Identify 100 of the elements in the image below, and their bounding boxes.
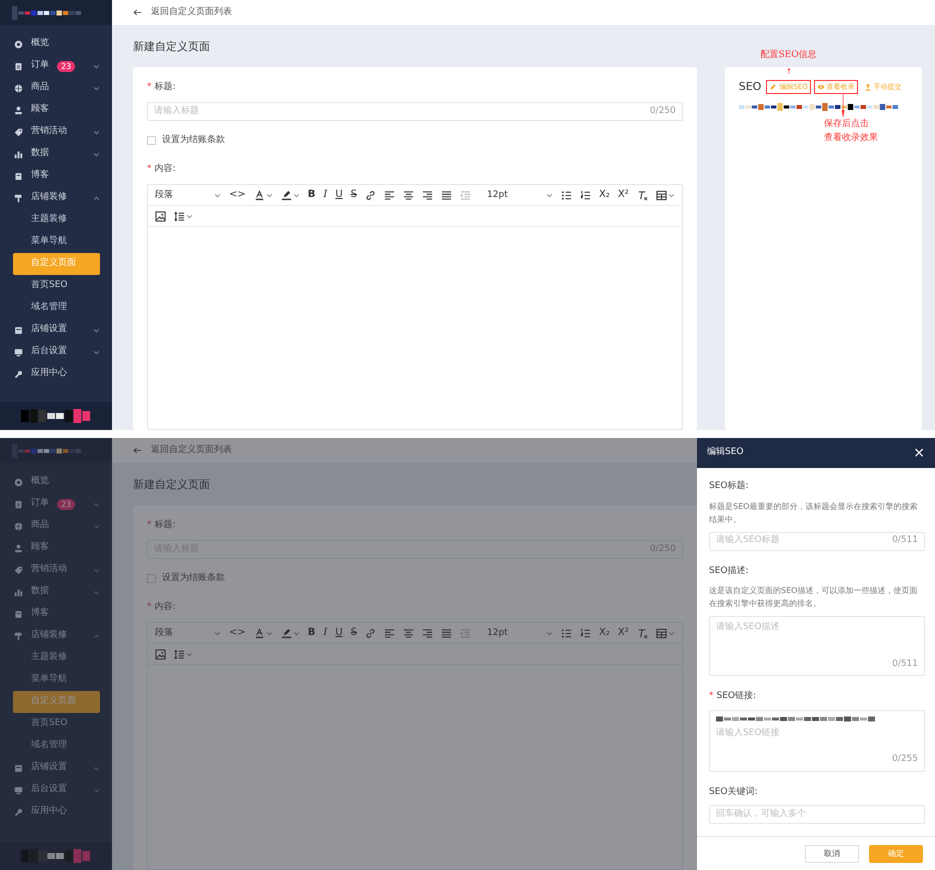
toolbar-button[interactable] [280,190,301,200]
annotation-text: 配置SEO信息 [760,49,817,62]
close-button[interactable]: × [913,446,925,460]
sidebar-item[interactable]: 订单 23 [0,493,112,515]
dropdown-select[interactable]: 12pt [486,190,554,200]
dropdown-select[interactable]: 段落 [154,628,222,638]
sidebar-subitem[interactable]: 首页SEO [13,713,100,735]
sidebar-subitem[interactable]: 主题装修 [13,209,100,231]
back-link[interactable]: 返回自定义页面列表 [132,6,232,20]
sidebar-item[interactable]: 应用中心 [0,363,112,385]
toolbar-button[interactable] [364,190,378,200]
dropdown-select[interactable]: 12pt [486,628,554,638]
sidebar-item[interactable]: 店铺设置 [0,757,112,779]
sidebar-item[interactable]: 应用中心 [0,801,112,823]
sidebar-item[interactable]: 后台设置 [0,779,112,801]
sidebar-item-label: 店铺装修 [31,629,67,642]
align-left-icon [384,628,396,638]
strikethrough-button[interactable]: S [350,628,358,638]
placeholder-text: 请输入SEO描述 [716,621,780,634]
sidebar-item[interactable]: 数据 [0,581,112,603]
bold-button[interactable]: B [306,628,316,638]
underline-button[interactable]: U [334,628,344,638]
toolbar-button[interactable] [654,190,676,200]
italic-button[interactable]: I [322,628,328,638]
sidebar-item[interactable]: 店铺装修 [0,625,112,647]
sidebar-item[interactable]: 博客 [0,165,112,187]
bold-button[interactable]: B [306,190,316,200]
clear-format-icon [636,628,648,638]
toolbar-button[interactable] [560,190,574,200]
align-left-icon [384,190,396,200]
sidebar-item-label: 博客 [31,169,49,182]
code-button[interactable]: <> [228,628,247,638]
monitor-icon [14,348,23,356]
sidebar-item[interactable]: 概览 [0,33,112,55]
rich-text-editor[interactable]: 段落 <> B I U S 12pt X₂ X² [147,184,683,430]
caret-icon [546,192,554,198]
script-button[interactable]: X² [616,628,630,638]
sidebar-item[interactable]: 概览 [0,471,112,493]
image-icon [155,648,166,660]
sidebar-item[interactable]: 订单 23 [0,55,112,77]
title-input[interactable]: 请输入标题 0/250 [147,102,683,121]
sidebar-item[interactable]: 营销活动 [0,559,112,581]
checkbox[interactable] [147,136,156,146]
caret-icon [266,630,273,636]
sidebar-item[interactable]: 数据 [0,143,112,165]
strikethrough-button[interactable]: S [350,190,358,200]
code-button[interactable]: <> [228,190,247,200]
toolbar-button[interactable] [579,190,592,200]
toolbar-button[interactable] [173,210,194,222]
document-icon [14,172,23,180]
sidebar-subitem[interactable]: 域名管理 [13,735,100,757]
rich-text-editor[interactable]: 段落 <> B I U S 12pt X₂ X² [147,622,683,870]
toolbar-button[interactable] [421,190,434,200]
sidebar-subitem[interactable]: 首页SEO [13,275,100,297]
toolbar-button[interactable] [154,210,167,222]
image-icon [155,210,166,222]
sidebar-item[interactable]: 博客 [0,603,112,625]
underline-button[interactable]: U [334,190,344,200]
sidebar-item-label: 概览 [31,475,49,488]
sidebar-subitem[interactable]: 主题装修 [13,647,100,669]
sidebar-item[interactable]: 商品 [0,515,112,537]
italic-button[interactable]: I [322,190,328,200]
sidebar-item[interactable]: 顾客 [0,99,112,121]
toolbar-button[interactable] [383,190,396,200]
caret-icon [214,192,221,198]
script-button[interactable]: X² [616,190,630,200]
dropdown-select[interactable]: 段落 [154,190,222,200]
field-label: SEO标题: [709,481,749,491]
checkbox[interactable] [147,574,156,584]
text-input[interactable]: 请输入SEO标题 0/511 [709,532,925,550]
sidebar-item[interactable]: 店铺装修 [0,187,112,209]
checkbox-label: 设置为结账条款 [162,572,225,585]
sidebar-item[interactable]: 店铺设置 [0,319,112,341]
sidebar-item[interactable]: 商品 [0,77,112,99]
font-color-icon [254,628,265,638]
toolbar-button[interactable] [402,190,416,200]
sidebar-subitem[interactable]: 菜单导航 [13,231,100,253]
line-height-icon [174,210,185,222]
required-mark: * [147,602,152,612]
cancel-button[interactable]: 取消 [805,844,859,862]
sidebar-item-label: 营销活动 [31,125,67,138]
sidebar-subitem[interactable]: 域名管理 [13,297,100,319]
footer-mosaic-drawing [21,407,91,425]
sidebar-item-label: 订单 [31,497,49,510]
sidebar-item-label: 店铺装修 [31,191,67,204]
sidebar-item[interactable]: 营销活动 [0,121,112,143]
footer-mosaic-drawing [21,847,91,865]
globe-icon [14,522,23,530]
script-button[interactable]: X₂ [598,190,611,200]
textarea-field[interactable]: 请输入SEO描述 0/511 [709,616,925,676]
toolbar-button[interactable] [440,190,454,200]
back-link[interactable]: 返回自定义页面列表 [132,444,232,458]
drawer-title: 编辑SEO [707,446,744,460]
sidebar-item[interactable]: 顾客 [0,537,112,559]
caret-icon [546,630,554,636]
script-button[interactable]: X₂ [598,628,611,638]
sidebar-subitem[interactable]: 菜单导航 [13,669,100,691]
sidebar-item[interactable]: 后台设置 [0,341,112,363]
caret-icon [292,192,300,198]
textarea-field[interactable]: 请输入SEO链接 0/255 [709,710,925,772]
